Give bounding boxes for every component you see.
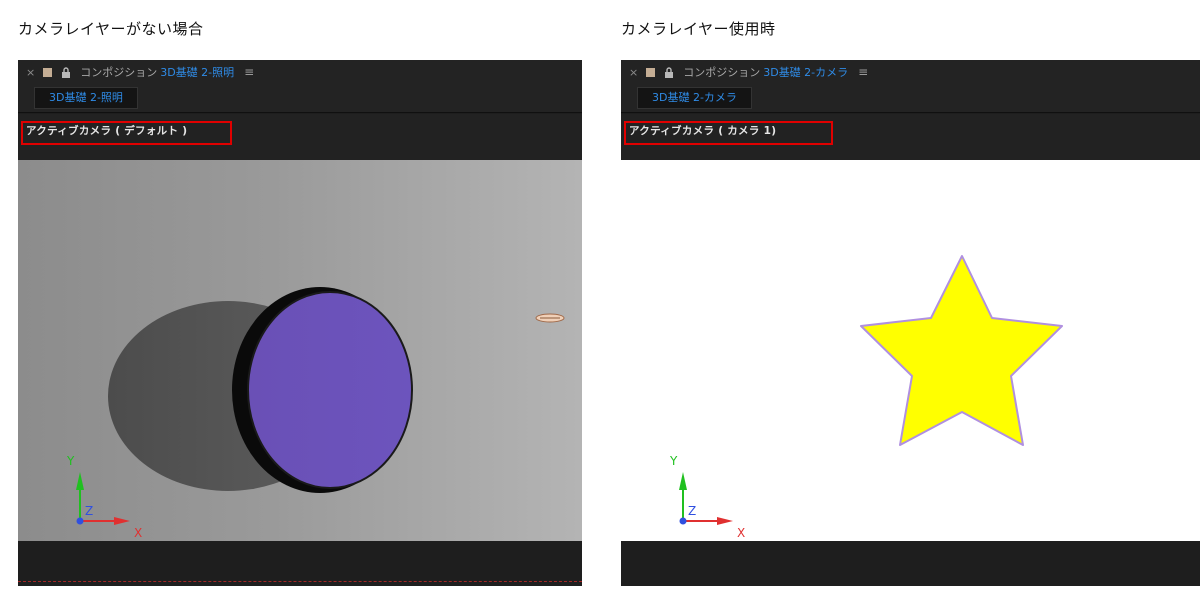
star-shape (860, 255, 1063, 446)
axis-gizmo: Y Z X (66, 454, 142, 540)
tab-row: 3D基礎 2-照明 (18, 84, 582, 112)
right-heading: カメラレイヤー使用時 (621, 20, 776, 38)
lock-icon[interactable] (663, 66, 675, 78)
panel-menu-icon[interactable]: ≡ (244, 65, 254, 79)
divider (18, 112, 582, 113)
tab-composition[interactable]: 3D基礎 2-照明 (34, 87, 138, 109)
camera-label-highlight (624, 121, 833, 145)
axis-z-label: Z (85, 504, 93, 518)
light-icon (535, 313, 565, 323)
panel-titlebar: × コンポジション 3D基礎 2-照明 ≡ (18, 60, 582, 84)
composition-label: コンポジション (80, 66, 158, 79)
composition-name: 3D基礎 2-カメラ (763, 66, 849, 79)
left-heading: カメラレイヤーがない場合 (18, 20, 204, 38)
viewport[interactable]: Y Z X (18, 160, 582, 541)
axis-gizmo: Y Z X (669, 454, 745, 540)
divider (621, 112, 1200, 113)
disc-face (247, 291, 413, 489)
composition-panel-right: × コンポジション 3D基礎 2-カメラ ≡ 3D基礎 2-カメラ アクティブカ… (621, 60, 1200, 586)
axis-x-label: X (134, 526, 142, 540)
composition-panel-left: × コンポジション 3D基礎 2-照明 ≡ 3D基礎 2-照明 アクティブカメラ… (18, 60, 582, 586)
lock-icon[interactable] (60, 66, 72, 78)
label-color-icon (43, 67, 53, 77)
composition-name: 3D基礎 2-照明 (160, 66, 235, 79)
composition-label: コンポジション (683, 66, 761, 79)
region-boundary-bottom (18, 581, 582, 582)
tab-composition[interactable]: 3D基礎 2-カメラ (637, 87, 752, 109)
axis-x-label: X (737, 526, 745, 540)
panel-titlebar: × コンポジション 3D基礎 2-カメラ ≡ (621, 60, 1200, 84)
close-icon[interactable]: × (26, 66, 35, 79)
axis-y-label: Y (66, 454, 75, 468)
panel-menu-icon[interactable]: ≡ (858, 65, 868, 79)
tab-row: 3D基礎 2-カメラ (621, 84, 1200, 112)
axis-z-label: Z (688, 504, 696, 518)
viewport[interactable]: Y Z X (621, 160, 1200, 541)
axis-y-label: Y (669, 454, 678, 468)
camera-label-highlight (21, 121, 232, 145)
label-color-icon (646, 67, 656, 77)
close-icon[interactable]: × (629, 66, 638, 79)
